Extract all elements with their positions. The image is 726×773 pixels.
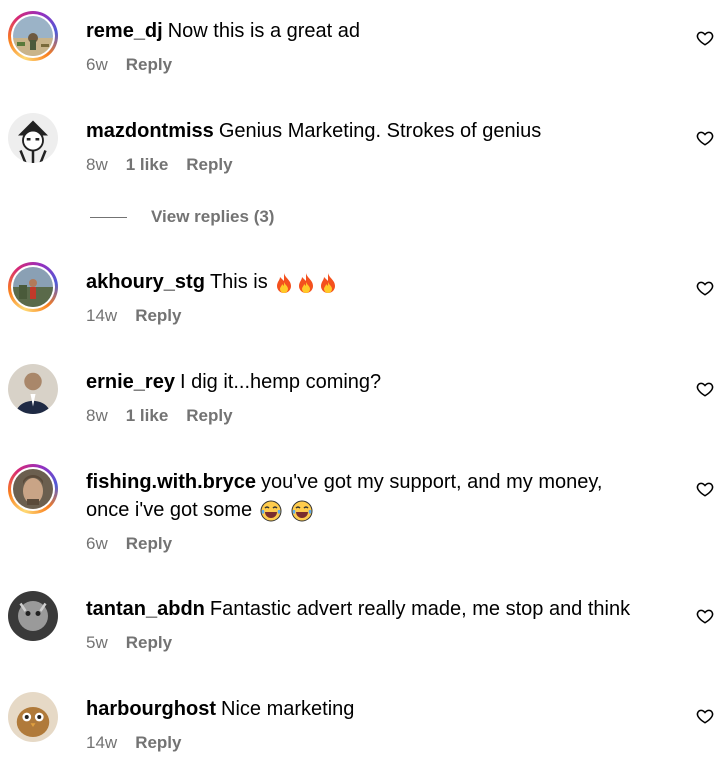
comment-text: I dig it...hemp coming? [179, 371, 382, 393]
reply-button[interactable]: Reply [135, 733, 181, 753]
comment-meta: 14w Reply [86, 306, 666, 326]
avatar[interactable] [8, 113, 58, 163]
heart-outline-icon[interactable] [696, 607, 714, 625]
comment-time: 5w [86, 633, 108, 652]
avatar-image [8, 364, 58, 414]
divider [90, 216, 127, 218]
comment-username[interactable]: reme_dj [86, 20, 163, 42]
reply-button[interactable]: Reply [186, 406, 232, 426]
comment-meta: 8w 1 like Reply [86, 406, 666, 426]
avatar-image [13, 267, 53, 307]
comment-meta: 6w Reply [86, 534, 666, 554]
reply-button[interactable]: Reply [186, 155, 232, 175]
comment-text: Nice marketing [221, 698, 355, 720]
heart-outline-icon[interactable] [696, 380, 714, 398]
comment-text: Genius Marketing. Strokes of genius [218, 120, 542, 142]
comment-username[interactable]: harbourghost [86, 698, 216, 720]
heart-outline-icon[interactable] [696, 29, 714, 47]
avatar-image [13, 16, 53, 56]
heart-outline-icon[interactable] [696, 707, 714, 725]
comment-time: 6w [86, 534, 108, 553]
avatar[interactable] [8, 262, 58, 312]
reply-button[interactable]: Reply [126, 534, 172, 554]
avatar[interactable] [8, 692, 58, 742]
avatar-image [8, 591, 58, 641]
reply-button[interactable]: Reply [135, 306, 181, 326]
reply-button[interactable]: Reply [126, 55, 172, 75]
heart-outline-icon[interactable] [696, 279, 714, 297]
tears-of-joy-emoji-icon [291, 500, 313, 522]
comment-username[interactable]: akhoury_stg [86, 271, 205, 293]
comment-meta: 6w Reply [86, 55, 666, 75]
fire-emoji-icon [277, 272, 292, 293]
comment-text: This is [209, 271, 268, 293]
avatar[interactable] [8, 11, 58, 61]
comment-time: 8w [86, 155, 108, 174]
comment-username[interactable]: ernie_rey [86, 371, 175, 393]
comment-meta: 5w Reply [86, 633, 666, 653]
comment-time: 6w [86, 55, 108, 74]
likes-count[interactable]: 1 like [126, 406, 169, 426]
avatar[interactable] [8, 591, 58, 641]
comment-text: Fantastic advert really made, me stop an… [209, 598, 631, 620]
avatar[interactable] [8, 364, 58, 414]
comment-text: you've got my support, and my money, [261, 471, 603, 493]
comment-time: 14w [86, 733, 118, 752]
comment-text-continued: once i've got some [86, 499, 253, 521]
comment-username[interactable]: fishing.with.bryce [86, 471, 256, 493]
heart-outline-icon[interactable] [696, 129, 714, 147]
tears-of-joy-emoji-icon [260, 500, 282, 522]
avatar-image [13, 469, 53, 509]
likes-count[interactable]: 1 like [126, 155, 169, 175]
avatar[interactable] [8, 464, 58, 514]
comment-time: 8w [86, 406, 108, 425]
comment-text: Now this is a great ad [167, 20, 361, 42]
comment-username[interactable]: tantan_abdn [86, 598, 205, 620]
heart-outline-icon[interactable] [696, 480, 714, 498]
comment-meta: 14w Reply [86, 733, 666, 753]
comment-username[interactable]: mazdontmiss [86, 120, 214, 142]
avatar-image [8, 692, 58, 742]
view-replies-label: View replies (3) [151, 207, 275, 226]
fire-emoji-icon [299, 272, 314, 293]
view-replies-button[interactable]: View replies (3) [90, 207, 274, 227]
fire-emoji-icon [321, 272, 336, 293]
comment-meta: 8w 1 like Reply [86, 155, 666, 175]
avatar-image [8, 113, 58, 163]
comment-time: 14w [86, 306, 118, 325]
reply-button[interactable]: Reply [126, 633, 172, 653]
